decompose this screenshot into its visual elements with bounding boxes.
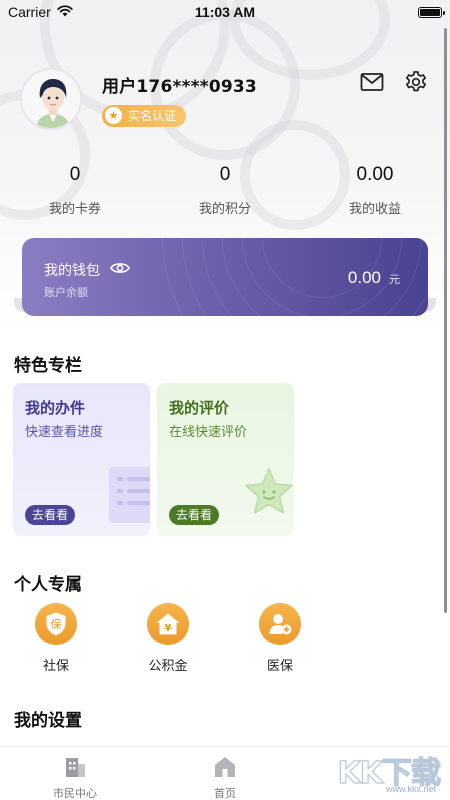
medical-insurance-item[interactable]: 医保 — [240, 603, 320, 674]
stat-value: 0.00 — [356, 164, 394, 185]
stat-earnings[interactable]: 0.00 我的收益 — [300, 164, 450, 217]
wallet-subtitle: 账户余额 — [44, 286, 88, 299]
card-subtitle: 在线快速评价 — [169, 425, 248, 440]
housing-fund-item[interactable]: ¥ 公积金 — [128, 603, 208, 674]
service-label: 医保 — [266, 659, 293, 674]
stat-label: 我的收益 — [348, 202, 401, 217]
view-reviews-button[interactable]: 去看看 — [169, 505, 220, 525]
service-label: 公积金 — [148, 659, 188, 674]
eye-icon[interactable] — [110, 261, 130, 279]
stats-row: 0 我的卡券 0 我的积分 0.00 我的收益 — [0, 164, 450, 217]
house-glyph: ¥ — [165, 623, 172, 634]
card-title: 我的评价 — [169, 399, 230, 417]
stat-label: 我的积分 — [198, 202, 251, 217]
shield-icon: 保 — [35, 603, 77, 645]
building-icon — [63, 755, 87, 779]
watermark: KK下载 www.kkx.net — [318, 748, 442, 800]
personal-section-title: 个人专属 — [14, 575, 82, 595]
status-bar: Carrier 11:03 AM — [0, 0, 450, 24]
tab-label: 市民中心 — [53, 787, 97, 800]
wifi-icon — [57, 4, 73, 20]
smiling-star-icon — [243, 467, 294, 523]
avatar[interactable] — [20, 68, 82, 130]
gear-icon[interactable] — [404, 70, 428, 94]
tab-citizen-center[interactable]: 市民中心 — [0, 747, 150, 800]
verify-label: 实名认证 — [128, 109, 177, 123]
stat-coupons[interactable]: 0 我的卡券 — [0, 164, 150, 217]
battery-icon — [418, 6, 445, 18]
document-list-icon — [105, 467, 150, 527]
mail-icon[interactable] — [360, 70, 384, 94]
profile-header: 用户176****0933 ★ 实名认证 — [20, 68, 257, 130]
star-icon: ★ — [105, 107, 122, 124]
tab-home[interactable]: 首页 — [150, 747, 300, 800]
wallet-unit: 元 — [389, 274, 400, 286]
verify-badge[interactable]: ★ 实名认证 — [102, 104, 187, 127]
card-subtitle: 快速查看进度 — [25, 425, 104, 440]
house-yuan-icon: ¥ — [147, 603, 189, 645]
shield-glyph: 保 — [51, 617, 62, 631]
wallet-card[interactable]: 我的钱包 账户余额 0.00 元 — [22, 238, 428, 316]
home-icon — [213, 755, 237, 779]
scrollbar[interactable] — [444, 28, 447, 613]
my-cases-card[interactable]: 我的办件 快速查看进度 去看看 — [13, 383, 150, 536]
card-title: 我的办件 — [25, 399, 86, 417]
username: 用户176****0933 — [102, 76, 257, 97]
medical-person-icon — [259, 603, 301, 645]
service-label: 社保 — [42, 659, 69, 674]
wallet-amount: 0.00 — [347, 268, 381, 287]
my-reviews-card[interactable]: 我的评价 在线快速评价 去看看 — [157, 383, 294, 536]
stat-value: 0 — [69, 164, 81, 185]
status-time: 11:03 AM — [194, 4, 256, 20]
header-actions — [360, 70, 428, 94]
tab-label: 首页 — [214, 787, 236, 800]
settings-section-title: 我的设置 — [14, 711, 82, 731]
featured-section-title: 特色专栏 — [14, 356, 82, 376]
wallet-title: 我的钱包 — [44, 263, 100, 279]
stat-label: 我的卡券 — [48, 202, 101, 217]
stat-points[interactable]: 0 我的积分 — [150, 164, 300, 217]
stat-value: 0 — [219, 164, 231, 185]
carrier-label: Carrier — [8, 4, 51, 20]
view-cases-button[interactable]: 去看看 — [25, 505, 76, 525]
watermark-url: www.kkx.net — [385, 784, 436, 794]
social-insurance-item[interactable]: 保 社保 — [16, 603, 96, 674]
